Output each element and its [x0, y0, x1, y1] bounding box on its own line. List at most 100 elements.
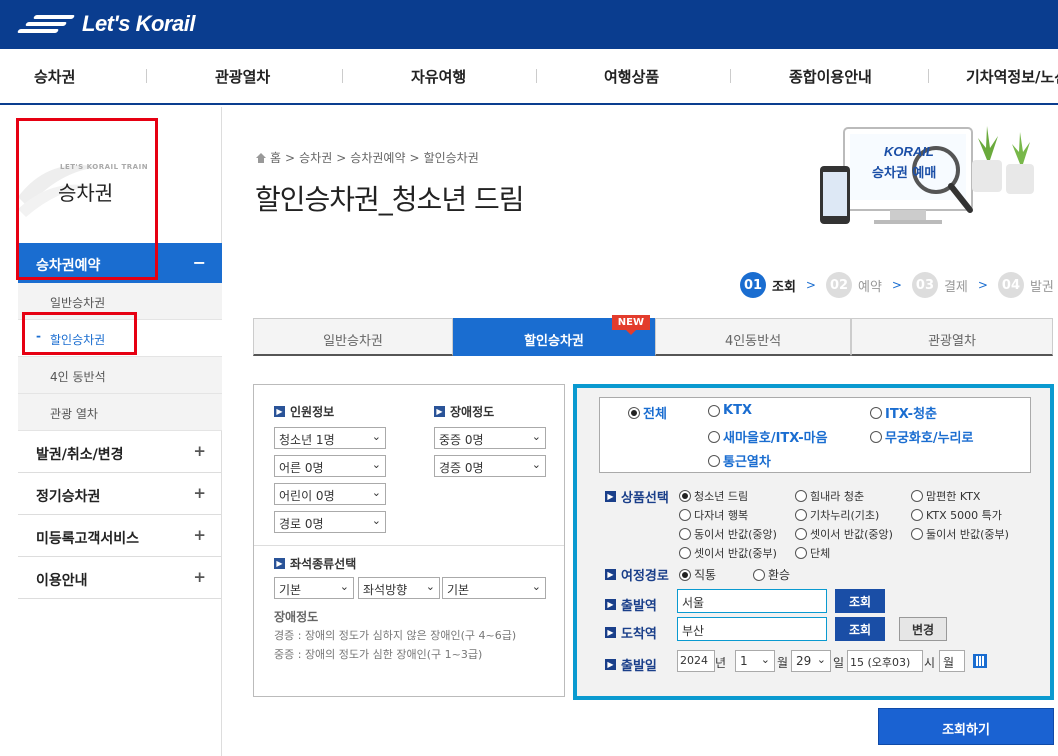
product-cheer-up-youth[interactable]: 힘내라 청춘 — [795, 488, 864, 504]
select-value: 29 — [796, 654, 812, 668]
radio-icon — [795, 490, 807, 502]
radio-label: 셋이서 반값(중앙) — [810, 528, 893, 541]
select-value: 경증 0명 — [439, 461, 484, 475]
product-comfy-ktx[interactable]: 맘편한 KTX — [911, 488, 980, 504]
senior-count-select[interactable]: 경로 0명 ⌄ — [274, 511, 386, 533]
side-nav-sub-family-seat[interactable]: 4인 동반석 — [18, 357, 222, 394]
radio-label: 환승 — [768, 568, 791, 582]
radio-icon — [870, 406, 882, 419]
tab-regular[interactable]: 일반승차권 — [253, 318, 453, 356]
page-title: 할인승차권_청소년 드림 — [255, 183, 525, 216]
departure-station-input[interactable]: 서울 — [677, 589, 827, 613]
brand-name: Let's Korail — [82, 11, 195, 36]
product-three-half-jungbu[interactable]: 셋이서 반값(중부) — [679, 545, 777, 561]
breadcrumb-sep: > — [409, 150, 420, 165]
train-type-all[interactable]: 전체 — [628, 403, 667, 422]
seat-position-select[interactable]: 기본 ⌄ — [442, 577, 546, 599]
radio-icon — [679, 509, 691, 521]
seat-direction-select[interactable]: 좌석방향 ⌄ — [358, 577, 440, 599]
product-multi-child[interactable]: 다자녀 행복 — [679, 507, 748, 523]
radio-label: 기차누리(기초) — [810, 509, 880, 522]
gnb-item-station-info[interactable]: 기차역정보/노선 — [966, 66, 1058, 87]
swap-stations-button[interactable]: 변경 — [899, 617, 947, 641]
expand-icon[interactable]: + — [193, 442, 206, 460]
breadcrumb-sep: > — [336, 150, 347, 165]
side-nav-label: 이용안내 — [36, 573, 88, 589]
gnb-divider — [928, 69, 929, 83]
year-select[interactable]: 2024 — [677, 650, 715, 672]
calendar-icon[interactable] — [973, 654, 987, 668]
disability-hint-title: 장애정도 — [274, 610, 319, 624]
tab-discount[interactable]: 할인승차권 NEW — [453, 315, 655, 356]
bullet-icon: ▶ — [434, 406, 445, 417]
train-type-itx-cheongchun[interactable]: ITX-청춘 — [870, 403, 937, 422]
day-select[interactable]: 29 ⌄ — [791, 650, 831, 672]
product-train-nuri[interactable]: 기차누리(기초) — [795, 507, 879, 523]
train-type-commuter[interactable]: 통근열차 — [708, 451, 771, 470]
train-type-mugunghwa[interactable]: 무궁화호/누리로 — [870, 427, 973, 446]
collapse-icon[interactable]: − — [193, 253, 206, 272]
breadcrumb-item[interactable]: 승차권 — [299, 149, 332, 166]
side-nav-label: 미등록고객서비스 — [36, 531, 140, 547]
product-two-half-jungbu[interactable]: 둘이서 반값(중부) — [911, 526, 1009, 542]
search-trains-button[interactable]: 조회하기 — [878, 708, 1054, 745]
adult-count-select[interactable]: 어른 0명 ⌄ — [274, 455, 386, 477]
row-label: 여정경로 — [621, 569, 669, 584]
disability-title: ▶ 장애정도 — [434, 403, 494, 420]
step-number: 02 — [825, 272, 852, 298]
arrival-station-input[interactable]: 부산 — [677, 617, 827, 641]
radio-label: 동이서 반값(중앙) — [694, 528, 777, 541]
hour-select[interactable]: 15 (오후03) — [847, 650, 923, 672]
side-nav-season-ticket[interactable]: 정기승차권 + — [18, 473, 222, 515]
section-title: 인원정보 — [290, 405, 335, 419]
gnb-item-tickets[interactable]: 승차권 — [34, 66, 75, 87]
breadcrumb-item[interactable]: 홈 — [270, 149, 281, 166]
row-label: 출발일 — [621, 659, 657, 674]
train-type-ktx[interactable]: KTX — [708, 403, 752, 418]
home-icon[interactable] — [256, 152, 266, 163]
korail-logo[interactable]: Let's Korail — [16, 10, 195, 38]
gnb-item-free-travel[interactable]: 자유여행 — [411, 66, 466, 87]
radio-icon — [679, 547, 691, 559]
side-nav-sub-tour-train[interactable]: 관광 열차 — [18, 394, 222, 431]
route-direct[interactable]: 직통 — [679, 566, 716, 583]
product-three-half-central[interactable]: 셋이서 반값(중앙) — [795, 526, 893, 542]
train-type-saemaul[interactable]: 새마을호/ITX-마음 — [708, 427, 828, 446]
bullet-icon: ▶ — [605, 627, 616, 638]
side-nav-usage-guide[interactable]: 이용안내 + — [18, 557, 222, 599]
route-title: ▶ 여정경로 — [605, 565, 669, 584]
expand-icon[interactable]: + — [193, 484, 206, 502]
chevron-down-icon: ⌄ — [339, 580, 349, 593]
radio-label: 둘이서 반값(중부) — [926, 528, 1009, 541]
chevron-down-icon: ⌄ — [531, 430, 541, 443]
radio-label: ITX-청춘 — [885, 407, 937, 422]
radio-label: 다자녀 행복 — [694, 509, 749, 522]
product-youth-dream[interactable]: 청소년 드림 — [679, 488, 748, 504]
gnb-item-travel-products[interactable]: 여행상품 — [604, 66, 659, 87]
mild-count-select[interactable]: 경증 0명 ⌄ — [434, 455, 546, 477]
expand-icon[interactable]: + — [193, 526, 206, 544]
section-divider — [254, 545, 564, 546]
breadcrumb-sep: > — [285, 150, 296, 165]
gnb-item-guide[interactable]: 종합이용안내 — [789, 66, 872, 87]
tab-tour-train[interactable]: 관광열차 — [851, 318, 1053, 356]
product-group[interactable]: 단체 — [795, 545, 830, 561]
product-ktx-5000[interactable]: KTX 5000 특가 — [911, 507, 1002, 523]
arrival-lookup-button[interactable]: 조회 — [835, 617, 885, 641]
breadcrumb-item[interactable]: 승차권예약 — [350, 149, 405, 166]
severe-count-select[interactable]: 중증 0명 ⌄ — [434, 427, 546, 449]
child-count-select[interactable]: 어린이 0명 ⌄ — [274, 483, 386, 505]
youth-count-select[interactable]: 청소년 1명 ⌄ — [274, 427, 386, 449]
gnb-item-tour-train[interactable]: 관광열차 — [215, 66, 270, 87]
departure-lookup-button[interactable]: 조회 — [835, 589, 885, 613]
product-two-half-central[interactable]: 동이서 반값(중앙) — [679, 526, 777, 542]
tab-family-seat[interactable]: 4인동반석 — [655, 318, 851, 356]
side-nav-issue-cancel[interactable]: 발권/취소/변경 + — [18, 431, 222, 473]
expand-icon[interactable]: + — [193, 568, 206, 586]
month-select[interactable]: 1 ⌄ — [735, 650, 775, 672]
bullet-icon: ▶ — [274, 406, 285, 417]
route-transfer[interactable]: 환승 — [753, 566, 790, 583]
side-nav-guest-service[interactable]: 미등록고객서비스 + — [18, 515, 222, 557]
seat-class-select[interactable]: 기본 ⌄ — [274, 577, 354, 599]
search-panel: 전체 KTX ITX-청춘 새마을호/ITX-마음 무궁화호/누리로 통근열차 … — [573, 384, 1054, 700]
